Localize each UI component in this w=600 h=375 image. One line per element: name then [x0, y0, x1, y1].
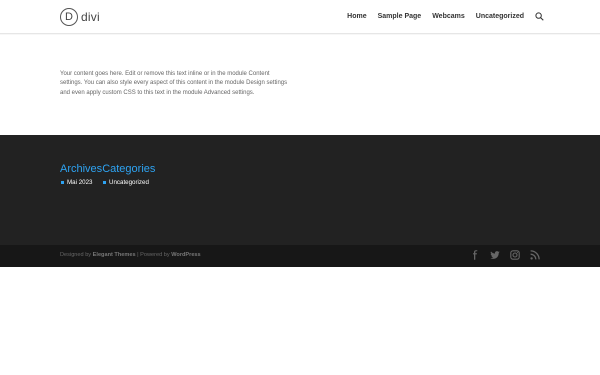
footer-credits: Designed by Elegant Themes | Powered by … [60, 252, 201, 258]
widget-titles: Archives Categories [60, 163, 155, 175]
categories-list: Uncategorized [103, 179, 149, 186]
nav-item-sample-page[interactable]: Sample Page [378, 13, 422, 20]
platform-link[interactable]: WordPress [171, 252, 200, 258]
designer-link[interactable]: Elegant Themes [93, 252, 136, 258]
logo-text: divi [81, 10, 100, 24]
site-logo[interactable]: D divi [60, 7, 100, 27]
instagram-icon[interactable] [510, 250, 520, 260]
twitter-icon[interactable] [490, 250, 500, 260]
nav-item-home[interactable]: Home [347, 13, 366, 20]
archives-list: Mai 2023 [61, 179, 92, 186]
bullet-icon [61, 181, 64, 184]
logo-mark: D [60, 8, 78, 26]
content-paragraph: Your content goes here. Edit or remove t… [60, 71, 288, 96]
categories-title: Categories [102, 163, 156, 175]
archives-title: Archives [60, 163, 103, 175]
category-link[interactable]: Uncategorized [109, 179, 149, 186]
nav-item-webcams[interactable]: Webcams [432, 13, 465, 20]
footer-widgets: Archives Categories Mai 2023 Uncategoriz… [0, 135, 600, 245]
social-links [460, 250, 540, 260]
site-header: D divi Home Sample Page Webcams Uncatego… [0, 0, 600, 34]
credits-prefix: Designed by [60, 252, 93, 258]
nav-item-uncategorized[interactable]: Uncategorized [476, 13, 524, 20]
bullet-icon [103, 181, 106, 184]
list-item[interactable]: Mai 2023 [61, 179, 92, 186]
list-item[interactable]: Uncategorized [103, 179, 149, 186]
archive-link[interactable]: Mai 2023 [67, 179, 92, 186]
credits-separator: | Powered by [135, 252, 172, 258]
main-nav: Home Sample Page Webcams Uncategorized [336, 12, 544, 21]
footer-bottom-bar: Designed by Elegant Themes | Powered by … [0, 245, 600, 267]
facebook-icon[interactable] [470, 250, 480, 260]
rss-icon[interactable] [530, 250, 540, 260]
search-icon[interactable] [535, 12, 544, 21]
